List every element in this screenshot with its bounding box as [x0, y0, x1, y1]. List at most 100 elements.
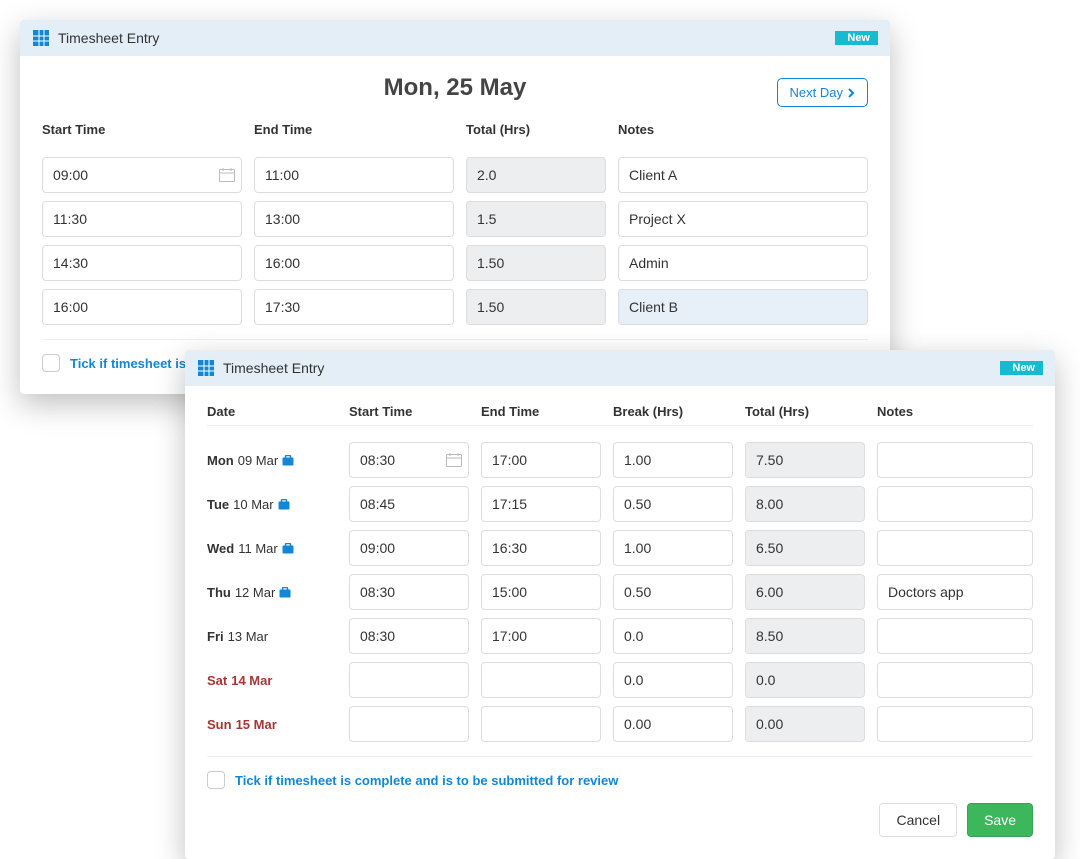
- notes-input[interactable]: [877, 486, 1033, 522]
- total-hours-output: 2.0: [466, 157, 606, 193]
- new-badge: New: [835, 31, 878, 45]
- col-start-time: Start Time: [349, 404, 469, 419]
- timesheet-row: Tue 10 Mar 08:45 17:15 0.50 8.00: [207, 486, 1033, 522]
- total-hours-output: 8.50: [745, 618, 865, 654]
- start-time-input[interactable]: 09:00: [349, 530, 469, 566]
- end-time-input[interactable]: [481, 706, 601, 742]
- chevron-right-icon: [847, 88, 855, 98]
- notes-input[interactable]: [877, 530, 1033, 566]
- total-hours-output: 0.0: [745, 662, 865, 698]
- calendar-grid-icon: [197, 359, 215, 377]
- start-time-input[interactable]: 08:30: [349, 574, 469, 610]
- start-time-input[interactable]: [349, 662, 469, 698]
- total-hours-output: 1.50: [466, 245, 606, 281]
- end-time-input[interactable]: 16:00: [254, 245, 454, 281]
- total-hours-output: 6.50: [745, 530, 865, 566]
- break-hours-input[interactable]: 0.00: [613, 706, 733, 742]
- date-cell: Mon 09 Mar: [207, 442, 337, 478]
- break-hours-input[interactable]: 0.50: [613, 574, 733, 610]
- weekly-timesheet-panel: Timesheet Entry New Date Start Time End …: [185, 350, 1055, 859]
- notes-input[interactable]: [877, 618, 1033, 654]
- briefcase-icon: [278, 499, 290, 510]
- total-hours-output: 1.5: [466, 201, 606, 237]
- separator: [207, 425, 1033, 426]
- day-of-month: 12 Mar: [235, 585, 275, 600]
- day-of-week: Mon: [207, 453, 234, 468]
- total-hours-output: 1.50: [466, 289, 606, 325]
- notes-input[interactable]: [877, 706, 1033, 742]
- notes-input[interactable]: Doctors app: [877, 574, 1033, 610]
- date-cell: Sun 15 Mar: [207, 706, 337, 742]
- total-hours-output: 8.00: [745, 486, 865, 522]
- date-cell: Fri 13 Mar: [207, 618, 337, 654]
- break-hours-input[interactable]: 0.50: [613, 486, 733, 522]
- notes-input[interactable]: Project X: [618, 201, 868, 237]
- complete-label: Tick if timesheet is complete and is to …: [235, 773, 618, 788]
- total-hours-output: 7.50: [745, 442, 865, 478]
- end-time-input[interactable]: 17:15: [481, 486, 601, 522]
- break-hours-input[interactable]: 0.0: [613, 618, 733, 654]
- col-notes: Notes: [877, 404, 1033, 419]
- col-total: Total (Hrs): [745, 404, 865, 419]
- timesheet-row: Sun 15 Mar 0.00 0.00: [207, 706, 1033, 742]
- day-of-month: 15 Mar: [236, 717, 277, 732]
- end-time-input[interactable]: 13:00: [254, 201, 454, 237]
- end-time-input[interactable]: 17:00: [481, 442, 601, 478]
- day-of-month: 10 Mar: [233, 497, 273, 512]
- complete-checkbox[interactable]: [207, 771, 225, 789]
- current-date-title: Mon, 25 May: [384, 74, 527, 102]
- day-of-month: 09 Mar: [238, 453, 278, 468]
- cancel-label: Cancel: [896, 812, 940, 828]
- save-button[interactable]: Save: [967, 803, 1033, 837]
- day-of-month: 14 Mar: [231, 673, 272, 688]
- next-day-button[interactable]: Next Day: [777, 78, 868, 107]
- col-notes: Notes: [618, 122, 868, 137]
- complete-checkbox[interactable]: [42, 354, 60, 372]
- start-time-input[interactable]: [349, 706, 469, 742]
- calendar-picker-icon[interactable]: [446, 453, 462, 467]
- notes-input[interactable]: Admin: [618, 245, 868, 281]
- start-time-input[interactable]: 08:30: [349, 618, 469, 654]
- daily-panel-header: Timesheet Entry New: [20, 20, 890, 56]
- break-hours-input[interactable]: 1.00: [613, 442, 733, 478]
- timesheet-row: Sat 14 Mar 0.0 0.0: [207, 662, 1033, 698]
- separator: [42, 339, 868, 340]
- notes-input[interactable]: [877, 662, 1033, 698]
- notes-input[interactable]: [877, 442, 1033, 478]
- day-of-month: 13 Mar: [228, 629, 268, 644]
- cancel-button[interactable]: Cancel: [879, 803, 957, 837]
- break-hours-input[interactable]: 0.0: [613, 662, 733, 698]
- start-time-input[interactable]: 16:00: [42, 289, 242, 325]
- end-time-input[interactable]: [481, 662, 601, 698]
- start-time-input[interactable]: 14:30: [42, 245, 242, 281]
- day-of-week: Wed: [207, 541, 234, 556]
- start-time-input[interactable]: 09:00: [42, 157, 242, 193]
- start-time-input[interactable]: 11:30: [42, 201, 242, 237]
- end-time-input[interactable]: 17:00: [481, 618, 601, 654]
- calendar-picker-icon[interactable]: [219, 168, 235, 182]
- day-of-week: Sun: [207, 717, 232, 732]
- weekly-panel-body: Date Start Time End Time Break (Hrs) Tot…: [185, 386, 1055, 859]
- end-time-input[interactable]: 15:00: [481, 574, 601, 610]
- day-of-week: Tue: [207, 497, 229, 512]
- date-cell: Sat 14 Mar: [207, 662, 337, 698]
- timesheet-row: Wed 11 Mar 09:0016:301.006.50: [207, 530, 1033, 566]
- break-hours-input[interactable]: 1.00: [613, 530, 733, 566]
- start-time-input[interactable]: 08:45: [349, 486, 469, 522]
- end-time-input[interactable]: 16:30: [481, 530, 601, 566]
- total-hours-output: 0.00: [745, 706, 865, 742]
- panel-title: Timesheet Entry: [58, 30, 827, 46]
- weekly-panel-header: Timesheet Entry New: [185, 350, 1055, 386]
- col-break: Break (Hrs): [613, 404, 733, 419]
- col-total: Total (Hrs): [466, 122, 606, 137]
- day-of-week: Sat: [207, 673, 227, 688]
- notes-input[interactable]: Client B: [618, 289, 868, 325]
- calendar-grid-icon: [32, 29, 50, 47]
- end-time-input[interactable]: 11:00: [254, 157, 454, 193]
- separator: [207, 756, 1033, 757]
- end-time-input[interactable]: 17:30: [254, 289, 454, 325]
- notes-input[interactable]: Client A: [618, 157, 868, 193]
- timesheet-row: Thu 12 Mar 08:3015:000.506.00Doctors app: [207, 574, 1033, 610]
- timesheet-row: 16:00 17:30 1.50 Client B: [42, 289, 868, 325]
- start-time-input[interactable]: 08:30: [349, 442, 469, 478]
